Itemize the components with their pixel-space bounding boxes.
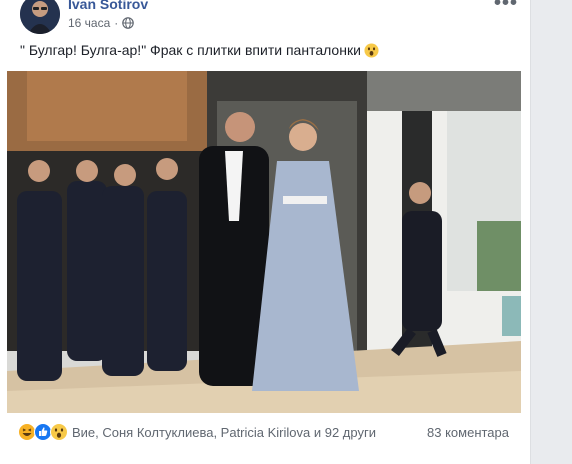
globe-icon[interactable] (122, 17, 135, 29)
reaction-names[interactable]: Вие, Соня Колтуклиева, Patricia Kirilova… (72, 425, 376, 440)
feed-post: Ivan Sotirov 16 часа · ••• " Булгар! Бул… (0, 0, 531, 464)
author-name[interactable]: Ivan Sotirov (68, 0, 148, 12)
post-text-content: " Булгар! Булга-ар!" Фрак с плитки впити… (20, 42, 361, 58)
wow-emoji-icon (364, 42, 379, 58)
photo-illustration (7, 71, 521, 413)
post-text: " Булгар! Булга-ар!" Фрак с плитки впити… (20, 42, 379, 58)
avatar[interactable] (20, 0, 60, 34)
wow-reaction-icon (50, 423, 68, 441)
post-time[interactable]: 16 часа (68, 16, 110, 30)
meta-separator: · (114, 16, 119, 30)
post-meta: 16 часа · (68, 16, 135, 30)
comment-count[interactable]: 83 коментара (427, 425, 509, 440)
post-photo[interactable] (7, 71, 521, 413)
reaction-summary[interactable]: Вие, Соня Колтуклиева, Patricia Kirilova… (18, 423, 376, 441)
more-options-button[interactable]: ••• (494, 0, 518, 15)
